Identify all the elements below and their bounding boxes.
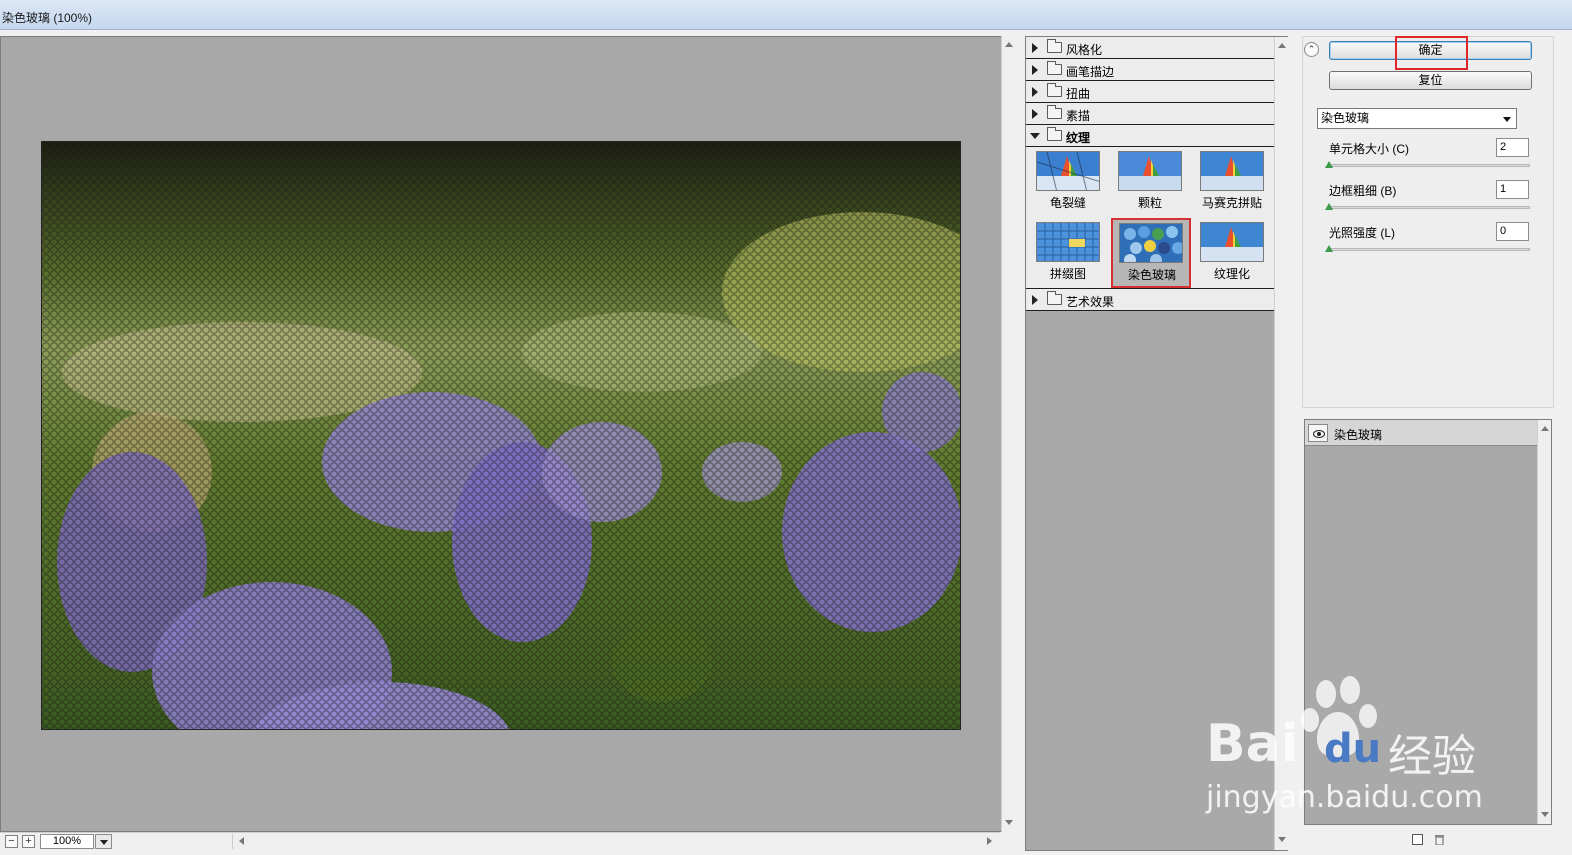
zoom-field[interactable]: 100% bbox=[40, 834, 94, 849]
scroll-up-icon[interactable] bbox=[1005, 42, 1013, 47]
filter-thumbnail bbox=[1119, 223, 1183, 263]
category-artistic[interactable]: 艺术效果 bbox=[1026, 289, 1274, 311]
scroll-right-icon[interactable] bbox=[987, 837, 992, 845]
border-thickness-slider[interactable] bbox=[1328, 206, 1530, 209]
new-effect-layer-icon[interactable] bbox=[1412, 834, 1423, 845]
baidu-watermark: Bai du 经验 jingyan.baidu.com bbox=[1198, 676, 1498, 826]
category-label: 风格化 bbox=[1066, 43, 1103, 57]
watermark-cn: 经验 bbox=[1388, 731, 1476, 782]
ok-highlight-box bbox=[1395, 36, 1468, 70]
border-thickness-field[interactable]: 1 bbox=[1496, 180, 1529, 199]
effect-layer-label: 染色玻璃 bbox=[1334, 428, 1383, 442]
category-label: 画笔描边 bbox=[1066, 65, 1115, 79]
light-intensity-slider-thumb[interactable] bbox=[1325, 245, 1333, 252]
category-brush-strokes[interactable]: 画笔描边 bbox=[1026, 59, 1274, 81]
scroll-down-icon[interactable] bbox=[1005, 820, 1013, 825]
filter-mosaic-tiles[interactable]: 马赛克拼贴 bbox=[1195, 149, 1267, 215]
filter-label: 颗粒 bbox=[1137, 196, 1162, 210]
folder-icon bbox=[1047, 291, 1062, 305]
preview-horizontal-scrollbar[interactable] bbox=[232, 834, 998, 849]
filter-label: 龟裂缝 bbox=[1049, 196, 1086, 210]
filter-select[interactable]: 染色玻璃 bbox=[1317, 108, 1517, 129]
filter-stained-glass[interactable]: 染色玻璃 bbox=[1111, 218, 1191, 288]
layers-vertical-scrollbar[interactable] bbox=[1537, 420, 1551, 824]
delete-effect-layer-icon[interactable] bbox=[1434, 834, 1445, 846]
watermark-url: jingyan.baidu.com bbox=[1206, 780, 1483, 815]
filter-patchwork[interactable]: 拼缀图 bbox=[1031, 220, 1103, 286]
folder-icon bbox=[1047, 83, 1062, 97]
category-label: 艺术效果 bbox=[1066, 295, 1115, 309]
cell-size-slider[interactable] bbox=[1328, 164, 1530, 167]
filter-select-value: 染色玻璃 bbox=[1321, 111, 1370, 125]
border-thickness-label: 边框粗细 (B) bbox=[1329, 184, 1397, 198]
border-thickness-slider-thumb[interactable] bbox=[1325, 203, 1333, 210]
filter-category-list: 风格化 画笔描边 扭曲 素描 纹理 龟裂缝 颗粒 马赛克拼贴 拼缀图 染色玻璃 … bbox=[1026, 37, 1274, 311]
title-bar: 染色玻璃 (100%) bbox=[0, 0, 1572, 30]
expand-arrow-icon[interactable] bbox=[1032, 43, 1038, 53]
filter-thumbnail bbox=[1036, 222, 1100, 262]
scroll-up-icon[interactable] bbox=[1278, 43, 1286, 48]
collapse-panel-icon[interactable]: ⌃ bbox=[1304, 42, 1319, 57]
effect-layer-row[interactable]: 染色玻璃 bbox=[1305, 420, 1537, 446]
eye-icon[interactable] bbox=[1308, 424, 1328, 442]
category-label: 纹理 bbox=[1066, 131, 1091, 145]
cell-size-field[interactable]: 2 bbox=[1496, 138, 1529, 157]
filter-label: 拼缀图 bbox=[1049, 267, 1086, 281]
filter-craquelure[interactable]: 龟裂缝 bbox=[1031, 149, 1103, 215]
category-texture[interactable]: 纹理 bbox=[1026, 125, 1274, 147]
filter-label: 纹理化 bbox=[1213, 267, 1250, 281]
filter-thumbnail bbox=[1036, 151, 1100, 191]
expand-arrow-icon[interactable] bbox=[1032, 295, 1038, 305]
zoom-in-button[interactable]: + bbox=[22, 835, 35, 848]
scroll-left-icon[interactable] bbox=[239, 837, 244, 845]
folder-icon bbox=[1047, 105, 1062, 119]
cell-size-slider-thumb[interactable] bbox=[1325, 161, 1333, 168]
preview-vertical-scrollbar[interactable] bbox=[1001, 36, 1015, 832]
reset-button[interactable]: 复位 bbox=[1329, 71, 1532, 90]
category-distort[interactable]: 扭曲 bbox=[1026, 81, 1274, 103]
preview-panel[interactable] bbox=[0, 36, 1002, 832]
light-intensity-slider[interactable] bbox=[1328, 248, 1530, 251]
zoom-dropdown[interactable] bbox=[95, 834, 112, 849]
preview-image bbox=[41, 141, 961, 730]
filter-thumbnail bbox=[1200, 222, 1264, 262]
filter-texturizer[interactable]: 纹理化 bbox=[1195, 220, 1267, 286]
scroll-down-icon[interactable] bbox=[1278, 837, 1286, 842]
category-label: 素描 bbox=[1066, 109, 1091, 123]
light-intensity-label: 光照强度 (L) bbox=[1329, 226, 1396, 240]
light-intensity-field[interactable]: 0 bbox=[1496, 222, 1529, 241]
collapse-arrow-icon[interactable] bbox=[1030, 133, 1040, 139]
expand-arrow-icon[interactable] bbox=[1032, 87, 1038, 97]
scroll-up-icon[interactable] bbox=[1541, 426, 1549, 431]
expand-arrow-icon[interactable] bbox=[1032, 109, 1038, 119]
filter-grain[interactable]: 颗粒 bbox=[1113, 149, 1185, 215]
category-sketch[interactable]: 素描 bbox=[1026, 103, 1274, 125]
watermark-brand: Bai bbox=[1206, 714, 1299, 774]
zoom-out-button[interactable]: − bbox=[5, 835, 18, 848]
folder-icon bbox=[1047, 61, 1062, 75]
category-label: 扭曲 bbox=[1066, 87, 1091, 101]
watermark-brand-du: du bbox=[1324, 726, 1382, 772]
category-stylize[interactable]: 风格化 bbox=[1026, 37, 1274, 59]
cell-size-label: 单元格大小 (C) bbox=[1329, 142, 1409, 156]
texture-filter-thumbnails: 龟裂缝 颗粒 马赛克拼贴 拼缀图 染色玻璃 纹理化 bbox=[1026, 147, 1274, 289]
scroll-down-icon[interactable] bbox=[1541, 812, 1549, 817]
preview-bottom-bar: − + 100% bbox=[0, 832, 1000, 850]
folder-icon bbox=[1047, 39, 1062, 53]
open-folder-icon bbox=[1047, 127, 1062, 141]
chevron-down-icon bbox=[100, 840, 108, 845]
filter-label: 染色玻璃 bbox=[1127, 268, 1176, 282]
chevron-down-icon bbox=[1503, 117, 1511, 122]
expand-arrow-icon[interactable] bbox=[1032, 65, 1038, 75]
filter-label: 马赛克拼贴 bbox=[1201, 196, 1262, 210]
window-title: 染色玻璃 (100%) bbox=[2, 11, 93, 25]
filter-thumbnail bbox=[1118, 151, 1182, 191]
filter-thumbnail bbox=[1200, 151, 1264, 191]
